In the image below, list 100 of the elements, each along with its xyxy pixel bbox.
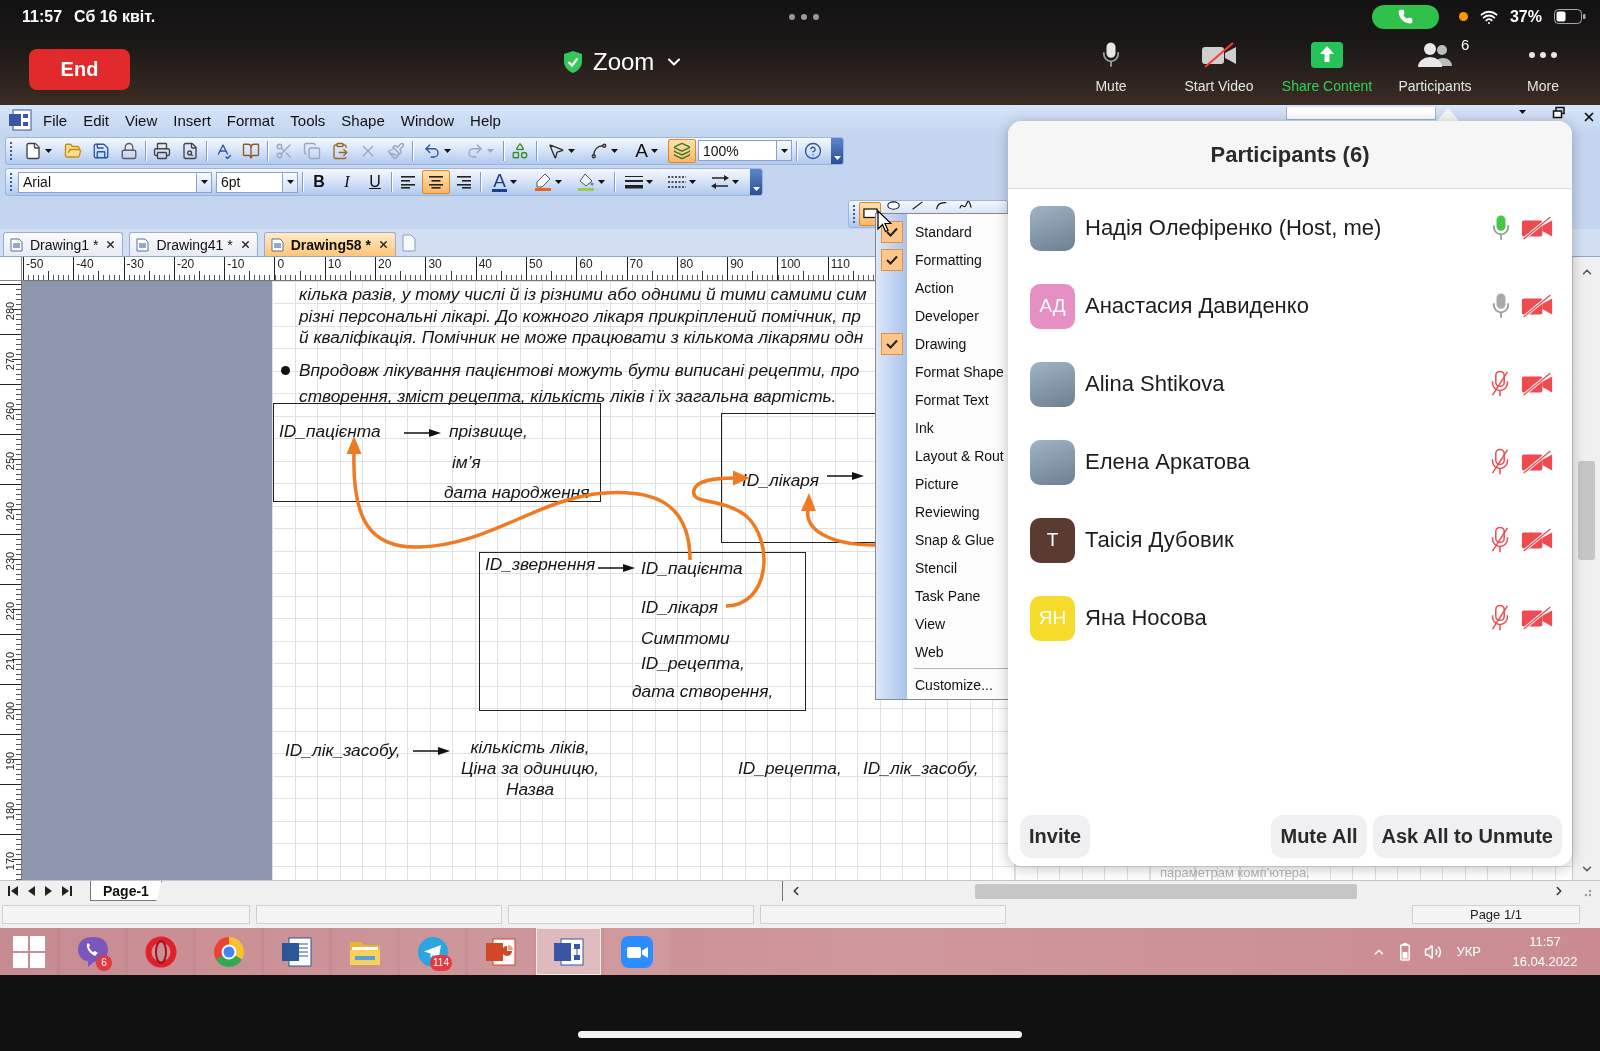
menu-item[interactable]: Action xyxy=(876,274,1008,302)
dropdown-button[interactable] xyxy=(776,140,792,161)
first-page-icon[interactable] xyxy=(8,886,18,896)
taskbar-button[interactable]: 114 xyxy=(400,928,465,975)
taskbar-button[interactable] xyxy=(128,928,193,975)
panel-button[interactable]: Mute All xyxy=(1271,815,1367,858)
toolbar-grip-icon[interactable] xyxy=(852,203,856,224)
align-center-button[interactable] xyxy=(422,170,450,194)
menu-item[interactable]: Customize... xyxy=(876,672,1008,698)
previous-page-icon[interactable] xyxy=(28,886,35,896)
three-dots-icon[interactable] xyxy=(789,13,819,20)
last-page-icon[interactable] xyxy=(62,886,72,896)
call-pill-button[interactable] xyxy=(1371,4,1439,29)
participants-button[interactable]: Participants 6 xyxy=(1381,33,1489,105)
taskbar-button[interactable] xyxy=(196,928,261,975)
document-tab[interactable]: Drawing1 * xyxy=(3,232,124,256)
menu-item[interactable]: Task Pane xyxy=(876,582,1008,610)
dropdown-button[interactable] xyxy=(196,171,212,193)
menu-item[interactable]: Stencil xyxy=(876,554,1008,582)
camera-off-icon[interactable] xyxy=(1521,606,1553,630)
muted-microphone-icon[interactable] xyxy=(1490,526,1510,554)
start-video-button[interactable]: Start Video xyxy=(1165,33,1273,105)
menu-item[interactable]: Insert xyxy=(166,109,218,131)
taskbar-button[interactable] xyxy=(536,928,601,975)
menu-item[interactable]: Drawing xyxy=(876,330,1008,358)
muted-microphone-icon[interactable] xyxy=(1490,448,1510,476)
menu-item[interactable]: View xyxy=(118,109,165,131)
dropdown-caret-icon[interactable] xyxy=(1519,110,1526,114)
restore-window-icon[interactable] xyxy=(1553,107,1565,118)
menu-item[interactable]: Snap & Glue xyxy=(876,526,1008,554)
close-tab-button[interactable] xyxy=(239,239,251,250)
camera-off-icon[interactable] xyxy=(1521,294,1553,318)
italic-button[interactable]: I xyxy=(333,170,361,194)
caret-icon xyxy=(752,187,760,191)
menu-item[interactable]: Web xyxy=(876,638,1008,666)
menu-item[interactable]: Window xyxy=(393,109,462,131)
camera-off-icon[interactable] xyxy=(1521,372,1553,396)
document-tab[interactable]: Drawing41 * xyxy=(129,232,258,256)
speaker-icon[interactable] xyxy=(1424,942,1443,961)
panel-button[interactable]: Invite xyxy=(1020,815,1091,858)
font-field[interactable]: Arial xyxy=(18,171,196,193)
menu-item[interactable]: Shape xyxy=(334,109,392,131)
taskbar-button[interactable] xyxy=(604,928,669,975)
close-tab-button[interactable] xyxy=(105,239,117,250)
diagram-app-icon[interactable] xyxy=(8,109,32,131)
microphone-icon[interactable] xyxy=(1492,214,1510,242)
scrollbar-thumb[interactable] xyxy=(1578,461,1595,560)
microphone-icon[interactable] xyxy=(1492,292,1510,320)
menu-item[interactable]: Format Shape xyxy=(876,358,1008,386)
menu-item[interactable]: File xyxy=(36,109,75,131)
diagram-icon xyxy=(552,935,585,968)
bold-button[interactable]: B xyxy=(305,170,333,194)
toolbar-options-button[interactable] xyxy=(750,169,762,195)
shapes-window-button[interactable] xyxy=(668,138,696,163)
camera-off-icon[interactable] xyxy=(1521,528,1553,552)
menu-item[interactable]: Reviewing xyxy=(876,498,1008,526)
dropdown-button[interactable] xyxy=(282,171,298,193)
taskbar-button[interactable] xyxy=(468,928,533,975)
taskbar-button[interactable] xyxy=(264,928,329,975)
next-page-icon[interactable] xyxy=(45,886,52,896)
end-button[interactable]: End xyxy=(29,48,130,90)
scrollbar-thumb[interactable] xyxy=(975,883,1357,899)
size-field[interactable]: 6pt xyxy=(216,171,282,193)
battery-icon[interactable] xyxy=(1400,942,1411,961)
battery-percent: 37% xyxy=(1509,7,1542,26)
meeting-title-button[interactable]: Zoom xyxy=(563,48,685,76)
menu-item[interactable]: Edit xyxy=(76,109,117,131)
menu-item[interactable]: View xyxy=(876,610,1008,638)
toolbar-grip-icon[interactable] xyxy=(9,140,13,161)
document-tab[interactable]: Drawing58 * xyxy=(263,232,396,256)
toolbar-options-button[interactable] xyxy=(831,137,843,164)
taskbar-button[interactable]: 6 xyxy=(60,928,125,975)
menu-item[interactable]: Help xyxy=(463,109,508,131)
menu-item[interactable]: Format Text xyxy=(876,386,1008,414)
panel-button[interactable]: Ask All to Unmute xyxy=(1372,815,1562,858)
menu-item[interactable]: Developer xyxy=(876,302,1008,330)
page-tab[interactable]: Page-1 xyxy=(90,881,162,901)
toolbar-grip-icon[interactable] xyxy=(9,172,13,192)
text-tool-button[interactable]: A xyxy=(625,138,668,163)
underline-button[interactable]: U xyxy=(361,170,389,194)
menu-item[interactable]: Formatting xyxy=(876,246,1008,274)
squiggle-icon xyxy=(958,200,972,210)
close-tab-button[interactable] xyxy=(377,239,389,250)
menu-item[interactable]: Tools xyxy=(283,109,333,131)
menu-item[interactable]: Picture xyxy=(876,470,1008,498)
share-content-button[interactable]: Share Content xyxy=(1273,33,1381,105)
close-icon[interactable] xyxy=(1582,110,1596,124)
zoom-field[interactable]: 100% xyxy=(698,140,776,161)
menu-item[interactable]: Ink xyxy=(876,414,1008,442)
font-color-button[interactable]: A xyxy=(483,170,526,194)
menu-item[interactable]: Layout & Rout xyxy=(876,442,1008,470)
more-button[interactable]: More xyxy=(1489,33,1597,105)
help-search-field[interactable] xyxy=(1286,107,1436,120)
camera-off-icon[interactable] xyxy=(1521,450,1553,474)
menu-item[interactable]: Format xyxy=(219,109,282,131)
caret-icon xyxy=(688,180,696,184)
muted-microphone-icon[interactable] xyxy=(1490,604,1510,632)
camera-off-icon[interactable] xyxy=(1521,216,1553,240)
muted-microphone-icon[interactable] xyxy=(1490,370,1510,398)
mute-button[interactable]: Mute xyxy=(1057,33,1165,105)
